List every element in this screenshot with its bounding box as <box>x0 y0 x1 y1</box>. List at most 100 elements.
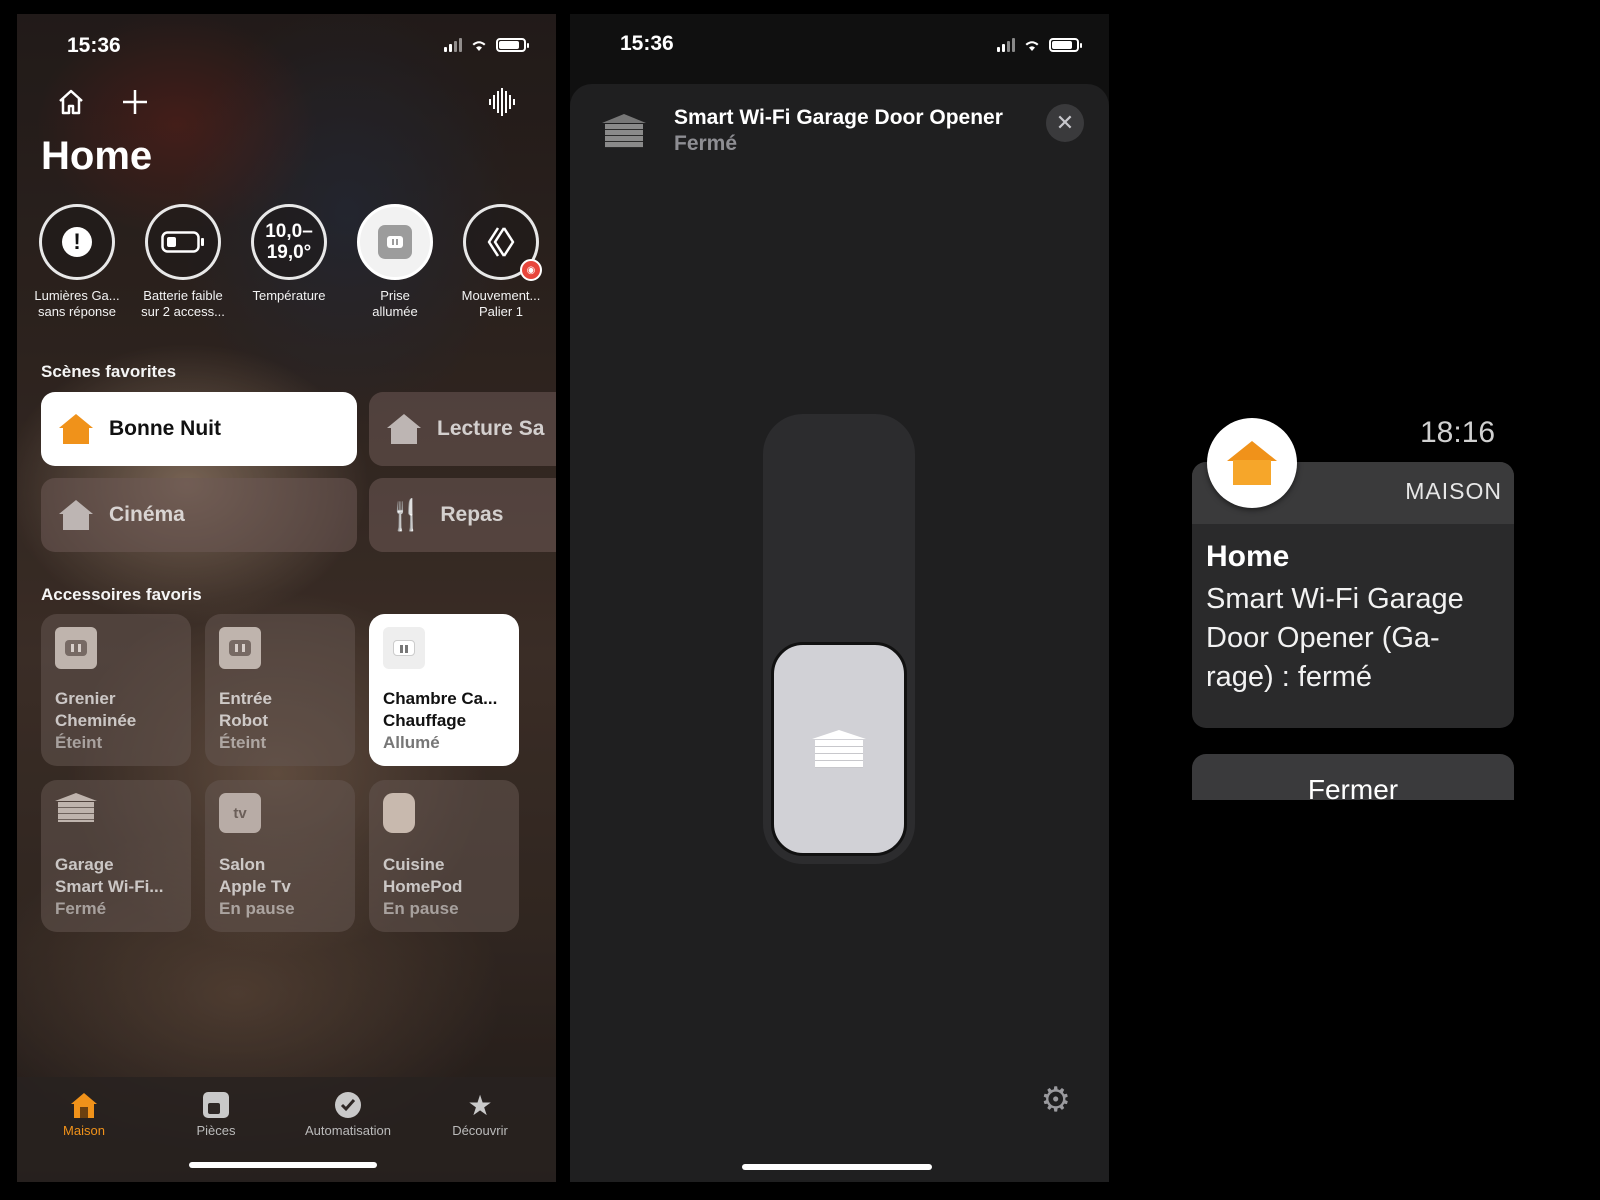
accessory-title: Smart Wi-Fi Garage Door Opener <box>674 106 1003 129</box>
garage-door-icon <box>812 730 866 768</box>
status-label: Mouvement... Palier 1 <box>453 288 549 320</box>
status-circle <box>145 204 221 280</box>
tab-label: Découvrir <box>452 1123 508 1138</box>
status-label-line2: sur 2 access... <box>141 304 225 319</box>
warning-icon: ! <box>62 227 92 257</box>
accessory-room: Entrée <box>219 689 272 708</box>
home-indicator[interactable] <box>189 1162 377 1168</box>
accessory-state: En pause <box>383 899 459 918</box>
tab-pieces[interactable]: Pièces <box>161 1087 271 1138</box>
signal-icon <box>444 38 462 52</box>
notification-app-name: MAISON <box>1405 478 1502 504</box>
close-icon: ✕ <box>1055 110 1075 135</box>
accessory-tile-cheminee[interactable]: Grenier Cheminée Éteint <box>41 614 191 766</box>
scene-label: Cinéma <box>109 503 185 526</box>
outlet-icon <box>378 225 412 259</box>
accessory-text: Grenier Cheminée Éteint <box>55 688 136 754</box>
accessory-state: Fermé <box>674 132 738 155</box>
tab-label: Automatisation <box>305 1123 391 1138</box>
add-button[interactable] <box>117 84 153 120</box>
close-button[interactable]: ✕ <box>1046 104 1084 142</box>
star-icon: ★ <box>467 1089 493 1121</box>
tab-label: Maison <box>63 1123 105 1138</box>
accessory-state: Éteint <box>55 733 103 752</box>
outlet-icon <box>219 627 261 669</box>
accessory-text: Entrée Robot Éteint <box>219 688 272 754</box>
tab-maison[interactable]: Maison <box>29 1087 139 1138</box>
status-circle: 10,0– 19,0° <box>251 204 327 280</box>
accessory-text: Cuisine HomePod En pause <box>383 854 462 920</box>
status-item-temperature[interactable]: 10,0– 19,0° Température <box>241 204 337 320</box>
scene-label: Repas <box>440 503 504 526</box>
scene-label: Lecture Sa <box>437 417 545 440</box>
tab-automatisation[interactable]: Automatisation <box>293 1087 403 1138</box>
house-icon <box>59 414 93 444</box>
accessory-name: Robot <box>219 711 269 730</box>
house-icon <box>29 1087 139 1123</box>
accessory-sheet: Smart Wi-Fi Garage Door Opener Fermé ✕ ⚙ <box>570 84 1109 1182</box>
accessory-tile-robot[interactable]: Entrée Robot Éteint <box>205 614 355 766</box>
status-time: 15:36 <box>67 34 121 57</box>
house-outline-icon <box>59 89 83 115</box>
scenes-header: Scènes favorites <box>41 362 177 381</box>
accessory-state: Fermé <box>55 899 107 918</box>
accessory-room: Cuisine <box>383 855 445 874</box>
status-label-line1: Mouvement... <box>461 288 541 303</box>
home-indicator[interactable] <box>742 1164 932 1170</box>
status-circle: ◉ <box>463 204 542 281</box>
watch-time: 18:16 <box>1420 416 1496 449</box>
dismiss-button-label: Fermer <box>1307 774 1399 800</box>
tab-decouvrir[interactable]: ★ Découvrir <box>425 1087 535 1139</box>
accessory-tile-appletv[interactable]: tv Salon Apple Tv En pause <box>205 780 355 932</box>
status-circle: ! <box>39 204 115 280</box>
garage-detail-screen: 15:36 Smart Wi-Fi Garage Door Opener Fer… <box>570 14 1109 1182</box>
status-item-battery[interactable]: Batterie faible sur 2 access... <box>135 204 231 320</box>
status-label-line2: Palier 1 <box>478 304 524 319</box>
accessory-name: Smart Wi-Fi... <box>55 877 164 896</box>
accessory-state: Éteint <box>219 733 267 752</box>
accessory-tile-chauffage[interactable]: Chambre Ca... Chauffage Allumé <box>369 614 519 766</box>
signal-icon <box>997 38 1015 52</box>
outlet-icon <box>55 627 97 669</box>
temp-range-min: 10,0– <box>265 221 313 242</box>
house-icon <box>59 500 93 530</box>
status-label: Lumières Ga... sans réponse <box>29 288 125 320</box>
scene-lecture[interactable]: Lecture Sa <box>369 392 556 466</box>
status-item-motion[interactable]: ◉ Mouvement... Palier 1 <box>453 204 549 320</box>
status-icons <box>444 38 529 52</box>
accessory-name: Chauffage <box>383 711 467 730</box>
status-bar: 15:36 <box>17 14 556 74</box>
page-title: Home <box>41 134 153 178</box>
sheet-header: Smart Wi-Fi Garage Door Opener Fermé ✕ <box>570 104 1109 164</box>
battery-low-icon <box>161 231 204 253</box>
motion-sensor-icon <box>487 227 515 257</box>
status-label-line1: Batterie faible <box>143 288 223 303</box>
status-item-lights[interactable]: ! Lumières Ga... sans réponse <box>29 204 125 320</box>
scene-cinema[interactable]: Cinéma <box>41 478 357 552</box>
accessory-room: Chambre Ca... <box>383 689 498 708</box>
homepod-icon <box>383 793 415 833</box>
appletv-icon-text: tv <box>233 804 247 822</box>
notification-body: Smart Wi-Fi Garage Door Opener (Ga-rage)… <box>1206 583 1464 693</box>
garage-door-icon <box>55 793 97 823</box>
garage-door-slider[interactable] <box>763 414 915 864</box>
intercom-button[interactable] <box>484 84 520 120</box>
accessory-state: En pause <box>219 899 295 918</box>
status-bar: 15:36 <box>570 14 1109 74</box>
scene-repas[interactable]: 🍴 Repas <box>369 478 556 552</box>
status-label-line1: Lumières Ga... <box>34 288 120 303</box>
gear-icon[interactable]: ⚙ <box>1041 1080 1071 1120</box>
notification-title: Home <box>1206 540 1290 573</box>
dismiss-button[interactable]: Fermer <box>1192 754 1514 800</box>
status-label: Prise allumée <box>347 288 443 320</box>
home-settings-button[interactable] <box>53 84 89 120</box>
clock-check-icon <box>293 1087 403 1123</box>
activity-badge-icon: ◉ <box>520 259 542 281</box>
slider-knob[interactable] <box>771 642 907 856</box>
status-icons <box>997 38 1082 52</box>
status-item-outlet[interactable]: Prise allumée <box>347 204 443 320</box>
appletv-icon: tv <box>219 793 261 833</box>
accessory-tile-homepod[interactable]: Cuisine HomePod En pause <box>369 780 519 932</box>
accessory-tile-garage[interactable]: Garage Smart Wi-Fi... Fermé <box>41 780 191 932</box>
scene-bonne-nuit[interactable]: Bonne Nuit <box>41 392 357 466</box>
